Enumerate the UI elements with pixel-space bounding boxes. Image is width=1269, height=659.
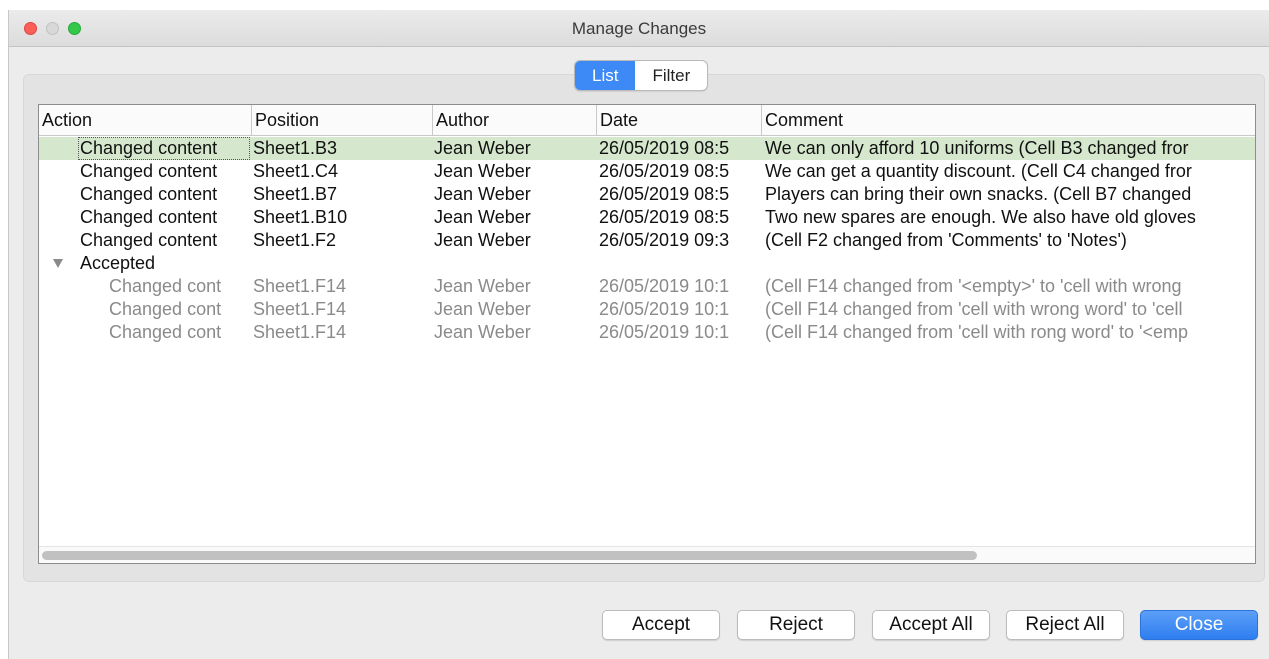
row-comment: (Cell F14 changed from 'cell with wrong … bbox=[765, 299, 1183, 319]
row-date: 26/05/2019 10:1 bbox=[599, 299, 730, 319]
close-button[interactable]: Close bbox=[1140, 610, 1258, 640]
row-action: Changed content bbox=[80, 207, 218, 227]
row-action: Changed content bbox=[78, 137, 250, 160]
row-date: 26/05/2019 09:3 bbox=[599, 230, 730, 250]
row-position: Sheet1.B10 bbox=[253, 207, 348, 227]
row-position: Sheet1.C4 bbox=[253, 161, 339, 181]
table-row[interactable]: Changed cont Sheet1.F14 Jean Weber 26/05… bbox=[39, 298, 1255, 321]
row-author: Jean Weber bbox=[434, 138, 531, 158]
row-author: Jean Weber bbox=[434, 184, 531, 204]
table-row[interactable]: Changed content Sheet1.F2 Jean Weber 26/… bbox=[39, 229, 1255, 252]
table-row[interactable]: Changed content Sheet1.B10 Jean Weber 26… bbox=[39, 206, 1255, 229]
reject-all-button[interactable]: Reject All bbox=[1006, 610, 1124, 640]
table-row[interactable]: Changed content Sheet1.C4 Jean Weber 26/… bbox=[39, 160, 1255, 183]
column-header-position[interactable]: Position bbox=[252, 105, 433, 135]
row-author: Jean Weber bbox=[434, 230, 531, 250]
table-row[interactable]: Changed content Sheet1.B3 Jean Weber 26/… bbox=[39, 137, 1255, 160]
row-author: Jean Weber bbox=[434, 299, 531, 319]
row-action: Changed content bbox=[80, 230, 218, 250]
row-position: Sheet1.F14 bbox=[253, 276, 347, 296]
row-comment: We can get a quantity discount. (Cell C4… bbox=[765, 161, 1192, 181]
scrollbar-thumb[interactable] bbox=[42, 551, 977, 560]
row-comment: (Cell F14 changed from 'cell with rong w… bbox=[765, 322, 1188, 342]
row-position: Sheet1.F2 bbox=[253, 230, 337, 250]
row-author: Jean Weber bbox=[434, 322, 531, 342]
accept-all-button[interactable]: Accept All bbox=[872, 610, 990, 640]
row-comment: Two new spares are enough. We also have … bbox=[765, 207, 1196, 227]
row-author: Jean Weber bbox=[434, 161, 531, 181]
view-tabs: List Filter bbox=[574, 60, 709, 91]
row-comment: (Cell F2 changed from 'Comments' to 'Not… bbox=[765, 230, 1127, 250]
horizontal-scrollbar[interactable] bbox=[39, 546, 1255, 563]
row-position: Sheet1.F14 bbox=[253, 322, 347, 342]
row-date: 26/05/2019 10:1 bbox=[599, 322, 730, 342]
expand-triangle-icon[interactable] bbox=[53, 259, 63, 268]
table-header: Action Position Author Date Comment bbox=[39, 105, 1255, 136]
row-action: Changed cont bbox=[109, 299, 222, 319]
manage-changes-window: Manage Changes List Filter Action Positi… bbox=[8, 10, 1269, 659]
column-header-author[interactable]: Author bbox=[433, 105, 597, 135]
column-header-action[interactable]: Action bbox=[39, 105, 252, 135]
row-date: 26/05/2019 08:5 bbox=[599, 207, 730, 227]
row-date: 26/05/2019 10:1 bbox=[599, 276, 730, 296]
accepted-group-label: Accepted bbox=[80, 253, 156, 273]
table-row[interactable]: Changed cont Sheet1.F14 Jean Weber 26/05… bbox=[39, 275, 1255, 298]
row-date: 26/05/2019 08:5 bbox=[599, 161, 730, 181]
row-author: Jean Weber bbox=[434, 276, 531, 296]
row-comment: (Cell F14 changed from '<empty>' to 'cel… bbox=[765, 276, 1182, 296]
row-action: Changed cont bbox=[109, 276, 222, 296]
row-position: Sheet1.F14 bbox=[253, 299, 347, 319]
table-row[interactable]: Changed content Sheet1.B7 Jean Weber 26/… bbox=[39, 183, 1255, 206]
tab-filter[interactable]: Filter bbox=[635, 61, 707, 90]
row-author: Jean Weber bbox=[434, 207, 531, 227]
row-comment: We can only afford 10 uniforms (Cell B3 … bbox=[765, 138, 1189, 158]
accept-button[interactable]: Accept bbox=[602, 610, 720, 640]
row-date: 26/05/2019 08:5 bbox=[599, 184, 730, 204]
row-position: Sheet1.B7 bbox=[253, 184, 338, 204]
title-bar: Manage Changes bbox=[9, 10, 1269, 47]
changes-table[interactable]: Action Position Author Date Comment Chan… bbox=[38, 104, 1256, 564]
row-action: Changed content bbox=[80, 161, 218, 181]
row-position: Sheet1.B3 bbox=[253, 138, 338, 158]
window-title: Manage Changes bbox=[571, 19, 707, 38]
row-comment: Players can bring their own snacks. (Cel… bbox=[765, 184, 1192, 204]
row-action: Changed cont bbox=[109, 322, 222, 342]
reject-button[interactable]: Reject bbox=[737, 610, 855, 640]
accepted-group-row[interactable]: Accepted bbox=[39, 252, 1255, 275]
table-row[interactable]: Changed cont Sheet1.F14 Jean Weber 26/05… bbox=[39, 321, 1255, 344]
tab-list[interactable]: List bbox=[575, 61, 636, 90]
column-header-date[interactable]: Date bbox=[597, 105, 762, 135]
row-date: 26/05/2019 08:5 bbox=[599, 138, 730, 158]
row-action: Changed content bbox=[80, 184, 218, 204]
column-header-comment[interactable]: Comment bbox=[762, 105, 1255, 135]
